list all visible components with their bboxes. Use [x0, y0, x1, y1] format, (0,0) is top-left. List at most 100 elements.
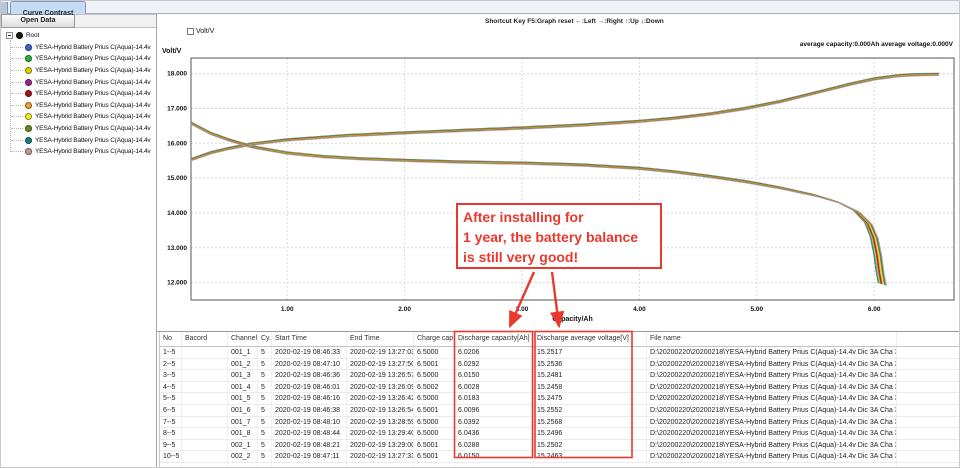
tree-item-battery[interactable]: YESA-Hybrid Battery Prius C(Aqua)-14.4v [1, 123, 156, 135]
table-cell: 9--5 [160, 440, 182, 451]
column-header[interactable] [897, 332, 959, 346]
table-cell: D:\20200220\20200218\YESA-Hybrid Battery… [647, 440, 897, 451]
tree-branch-line [11, 93, 23, 94]
table-row[interactable]: 10--5002_252020-02-19 08:47:112020-02-19… [160, 451, 959, 463]
table-row[interactable]: 9--5002_152020-02-19 08:48:212020-02-19 … [160, 440, 959, 452]
table-cell: 2020-02-19 13:29:00 [347, 440, 414, 451]
tree-item-battery[interactable]: YESA-Hybrid Battery Prius C(Aqua)-14.4v [1, 76, 156, 88]
x-tick-label: 1.00 [281, 306, 294, 313]
table-cell [182, 370, 228, 381]
column-header[interactable]: Discharge average voltage[V] [534, 332, 647, 346]
table-cell [897, 417, 959, 428]
tree-root[interactable]: Root [1, 30, 156, 42]
table-cell [534, 463, 647, 468]
table-row[interactable]: 7--5001_752020-02-19 08:48:102020-02-19 … [160, 417, 959, 429]
column-header[interactable]: Charge cap... [414, 332, 455, 346]
table-cell: 2020-02-19 08:47:11 [272, 451, 347, 462]
results-table-panel: NoBacordChannelCy...Start TimeEnd TimeCh… [157, 331, 959, 468]
table-cell: 6.5001 [414, 405, 455, 416]
tab-label: Curve Contrast [23, 10, 74, 17]
table-cell: 5 [258, 347, 272, 358]
tree-item-battery[interactable]: YESA-Hybrid Battery Prius C(Aqua)-14.4v [1, 65, 156, 77]
tree-item-battery[interactable]: YESA-Hybrid Battery Prius C(Aqua)-14.4v [1, 111, 156, 123]
column-header[interactable]: End Time [347, 332, 414, 346]
charge-curve [191, 75, 939, 160]
table-cell [897, 440, 959, 451]
table-cell: 6.5001 [414, 451, 455, 462]
tree-item-battery[interactable]: YESA-Hybrid Battery Prius C(Aqua)-14.4v [1, 88, 156, 100]
table-cell: 4--5 [160, 382, 182, 393]
table-cell [897, 347, 959, 358]
tree-item-battery[interactable]: YESA-Hybrid Battery Prius C(Aqua)-14.4v [1, 53, 156, 65]
series-color-dot-icon [25, 148, 32, 155]
table-cell: 6.0206 [455, 347, 534, 358]
table-cell: 001_6 [228, 405, 258, 416]
table-cell: 2020-02-19 08:48:10 [272, 417, 347, 428]
x-tick-label: 4.00 [633, 306, 646, 313]
sidebar: Open Data Root YESA-Hybrid Battery Prius… [1, 14, 157, 468]
table-cell: 6.0096 [455, 405, 534, 416]
table-cell: 2020-02-19 08:48:21 [272, 440, 347, 451]
column-header[interactable]: Cy... [258, 332, 272, 346]
column-header[interactable]: Discharge capacity[Ah] [455, 332, 534, 346]
table-cell: 2020-02-19 13:27:03 [347, 347, 414, 358]
tree-branch-line [11, 116, 23, 117]
table-row[interactable]: 6--5001_652020-02-19 08:46:382020-02-19 … [160, 405, 959, 417]
table-cell: 001_5 [228, 393, 258, 404]
tree-branch-line [11, 151, 23, 152]
table-cell: 6.0183 [455, 393, 534, 404]
background-tab-fragment[interactable] [1, 2, 8, 14]
tree-branch-line [11, 105, 23, 106]
table-cell [647, 463, 897, 468]
column-header[interactable]: No [160, 332, 182, 346]
tree-item-battery[interactable]: YESA-Hybrid Battery Prius C(Aqua)-14.4v [1, 42, 156, 54]
table-row[interactable]: 2--5001_252020-02-19 08:47:102020-02-19 … [160, 359, 959, 371]
chart-panel[interactable]: Shortcut Key F5:Graph reset ←:Left →:Rig… [157, 14, 959, 331]
tree-item-battery[interactable]: YESA-Hybrid Battery Prius C(Aqua)-14.4v [1, 146, 156, 158]
column-header[interactable]: Bacord [182, 332, 228, 346]
tree-branch-line [11, 140, 23, 141]
tree-item-label: YESA-Hybrid Battery Prius C(Aqua)-14.4v [35, 44, 151, 51]
table-row[interactable] [160, 463, 959, 468]
tree-branch-line [11, 70, 23, 71]
table-cell: D:\20200220\20200218\YESA-Hybrid Battery… [647, 347, 897, 358]
table-cell: 1--5 [160, 347, 182, 358]
tree-item-label: YESA-Hybrid Battery Prius C(Aqua)-14.4v [35, 125, 151, 132]
table-cell: 001_1 [228, 347, 258, 358]
tree-item-battery[interactable]: YESA-Hybrid Battery Prius C(Aqua)-14.4v [1, 100, 156, 112]
table-cell [182, 463, 228, 468]
column-header[interactable]: Start Time [272, 332, 347, 346]
y-tick-label: 16.000 [167, 140, 187, 147]
table-cell: 5 [258, 359, 272, 370]
tree-item-label: YESA-Hybrid Battery Prius C(Aqua)-14.4v [35, 113, 151, 120]
table-cell: 002_2 [228, 451, 258, 462]
table-cell: 001_3 [228, 370, 258, 381]
table-cell: 5 [258, 382, 272, 393]
table-cell [182, 417, 228, 428]
tree-item-battery[interactable]: YESA-Hybrid Battery Prius C(Aqua)-14.4v [1, 134, 156, 146]
table-cell: 6.0028 [455, 382, 534, 393]
tab-curve-contrast[interactable]: Curve Contrast [10, 1, 86, 14]
table-row[interactable]: 1--5001_152020-02-19 08:46:332020-02-19 … [160, 347, 959, 359]
table-cell: 6.5001 [414, 359, 455, 370]
y-tick-label: 14.000 [167, 210, 187, 217]
collapse-icon[interactable] [6, 32, 13, 39]
table-cell: 2020-02-19 08:46:38 [272, 405, 347, 416]
table-row[interactable]: 4--5001_452020-02-19 08:46:012020-02-19 … [160, 382, 959, 394]
table-row[interactable]: 3--5001_352020-02-19 08:46:362020-02-19 … [160, 370, 959, 382]
column-header[interactable]: Channel [228, 332, 258, 346]
table-cell: D:\20200220\20200218\YESA-Hybrid Battery… [647, 405, 897, 416]
column-header[interactable]: File name [647, 332, 897, 346]
table-row[interactable]: 5--5001_552020-02-19 08:46:162020-02-19 … [160, 393, 959, 405]
tree-branch-line [11, 82, 23, 83]
table-cell: D:\20200220\20200218\YESA-Hybrid Battery… [647, 428, 897, 439]
tree-item-label: YESA-Hybrid Battery Prius C(Aqua)-14.4v [35, 102, 151, 109]
table-cell [228, 463, 258, 468]
table-cell [897, 428, 959, 439]
x-tick-label: 6.00 [868, 306, 881, 313]
voltage-capacity-plot[interactable]: 12.00013.00014.00015.00016.00017.00018.0… [157, 14, 960, 331]
table-cell: 6.5000 [414, 428, 455, 439]
table-row[interactable]: 8--5001_852020-02-19 08:48:442020-02-19 … [160, 428, 959, 440]
table-cell: 2020-02-19 13:29:40 [347, 428, 414, 439]
table-cell: 10--5 [160, 451, 182, 462]
